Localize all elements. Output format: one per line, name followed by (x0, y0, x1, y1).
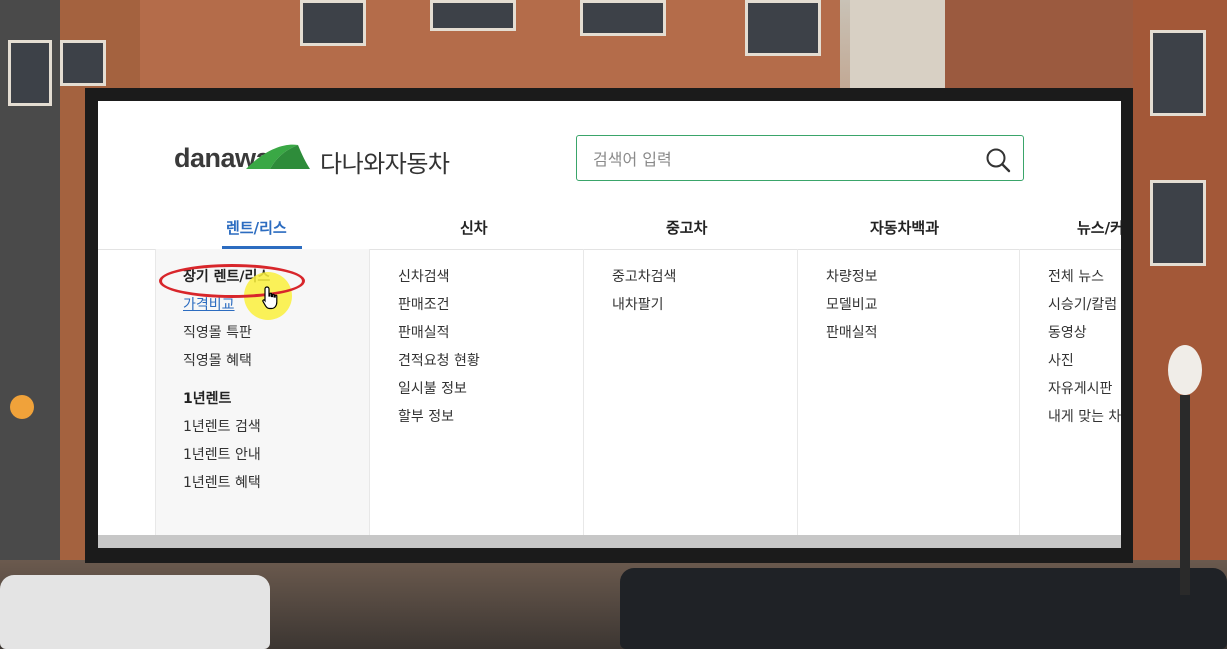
menu-item[interactable]: 할부 정보 (398, 407, 480, 435)
menu-item[interactable]: 일시불 정보 (398, 379, 480, 407)
main-nav: 렌트/리스 신차 중고차 자동차백과 뉴스/커 (98, 207, 1121, 250)
hand-pointer-icon (262, 286, 278, 310)
logo-swoosh-icon (246, 144, 310, 169)
logo-korean-name: 다나와자동차 (320, 150, 450, 178)
menu-item-one-year-benefit[interactable]: 1년렌트 혜택 (183, 473, 270, 501)
search-box[interactable] (576, 135, 1024, 181)
menu-item[interactable]: 판매실적 (826, 323, 878, 351)
menu-item[interactable]: 모델비교 (826, 295, 878, 323)
annotation-circle (159, 264, 305, 298)
menu-item[interactable]: 시승기/칼럼 (1048, 295, 1121, 323)
search-icon[interactable] (985, 147, 1011, 173)
menu-item[interactable]: 견적요청 현황 (398, 351, 480, 379)
menu-column-news: 전체 뉴스 시승기/칼럼 동영상 사진 자유게시판 내게 맞는 차 (1019, 249, 1121, 535)
menu-column-encyclopedia: 차량정보 모델비교 판매실적 (797, 249, 1020, 535)
menu-item[interactable]: 신차검색 (398, 267, 480, 295)
menu-item[interactable]: 전체 뉴스 (1048, 267, 1121, 295)
menu-item[interactable]: 차량정보 (826, 267, 878, 295)
page-scroll-edge (98, 535, 1121, 548)
menu-item[interactable]: 동영상 (1048, 323, 1121, 351)
menu-item[interactable]: 판매조건 (398, 295, 480, 323)
menu-item-direct-special[interactable]: 직영몰 특판 (183, 323, 270, 351)
menu-item[interactable]: 판매실적 (398, 323, 480, 351)
tab-new-car[interactable]: 신차 (460, 217, 488, 238)
tab-rent-lease[interactable]: 렌트/리스 (226, 217, 287, 238)
menu-item-one-year-guide[interactable]: 1년렌트 안내 (183, 445, 270, 473)
menu-item[interactable]: 자유게시판 (1048, 379, 1121, 407)
tab-car-encyclopedia[interactable]: 자동차백과 (870, 217, 939, 238)
menu-item-direct-benefit[interactable]: 직영몰 혜택 (183, 351, 270, 379)
tab-news[interactable]: 뉴스/커 (1077, 217, 1121, 238)
menu-heading-one-year-rent[interactable]: 1년렌트 (183, 389, 270, 417)
menu-item-one-year-search[interactable]: 1년렌트 검색 (183, 417, 270, 445)
menu-item[interactable]: 사진 (1048, 351, 1121, 379)
menu-item[interactable]: 내차팔기 (612, 295, 676, 323)
tab-used-car[interactable]: 중고차 (666, 217, 707, 238)
menu-item[interactable]: 내게 맞는 차 (1048, 407, 1121, 435)
menu-column-new-car: 신차검색 판매조건 판매실적 견적요청 현황 일시불 정보 할부 정보 (369, 249, 584, 535)
search-input[interactable] (591, 146, 975, 172)
menu-item[interactable]: 중고차검색 (612, 267, 676, 295)
menu-column-used-car: 중고차검색 내차팔기 (583, 249, 798, 535)
danawa-auto-page: danawa 다나와자동차 렌트/리스 신차 중고차 자동차백과 뉴스/커 장기… (98, 101, 1121, 548)
